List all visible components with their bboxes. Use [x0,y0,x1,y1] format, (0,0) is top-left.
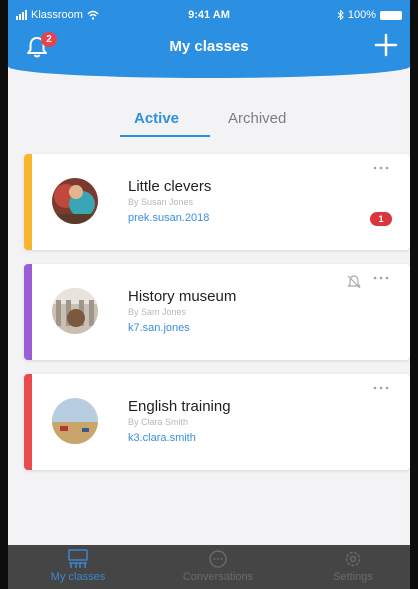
class-avatar [52,178,98,224]
card-color-stripe [24,374,32,470]
class-author: By Clara Smith [128,417,189,427]
app-screen: Klassroom 9:41 AM 100% 2 My classes Acti… [0,0,418,589]
class-author: By Sam Jones [128,307,187,317]
class-code: k3.clara.smith [128,432,196,444]
tabbar-settings[interactable]: Settings [293,549,410,583]
more-options-icon[interactable] [372,164,390,172]
app-header: Klassroom 9:41 AM 100% 2 My classes [8,0,410,78]
left-border [0,0,8,589]
class-card-english-training[interactable]: English training By Clara Smith k3.clara… [24,374,410,470]
class-card-little-clevers[interactable]: Little clevers By Susan Jones prek.susan… [24,154,410,250]
active-tab-indicator [120,135,210,137]
class-code: k7.san.jones [128,322,190,334]
class-card-history-museum[interactable]: History museum By Sam Jones k7.san.jones [24,264,410,360]
tabbar-label: My classes [50,571,106,583]
classes-icon [68,549,88,568]
class-avatar [52,398,98,444]
battery-icon [380,10,402,20]
class-code: prek.susan.2018 [128,212,210,224]
phone-viewport: Klassroom 9:41 AM 100% 2 My classes Acti… [8,0,410,589]
card-color-stripe [24,264,32,360]
class-list: Little clevers By Susan Jones prek.susan… [24,154,410,484]
status-right: 100% [337,9,402,21]
tabbar-conversations[interactable]: Conversations [158,549,278,583]
battery-percent: 100% [347,9,376,21]
class-title: English training [128,398,231,415]
more-options-icon[interactable] [372,384,390,392]
class-title: Little clevers [128,178,212,195]
class-tabs: Active Archived [8,102,410,138]
class-author: By Susan Jones [128,197,194,207]
class-title: History museum [128,288,237,305]
status-bar: Klassroom 9:41 AM 100% [16,9,402,25]
class-avatar [52,288,98,334]
more-options-icon[interactable] [372,274,390,282]
plus-icon [374,33,398,57]
muted-bell-icon [347,275,361,289]
gear-icon [345,551,361,567]
tabbar-label: Settings [333,571,373,583]
chat-icon [209,550,227,568]
tabbar-my-classes[interactable]: My classes [18,549,138,583]
add-class-button[interactable] [374,33,398,57]
bluetooth-icon [337,10,344,20]
tab-active[interactable]: Active [134,110,179,127]
tab-archived[interactable]: Archived [228,110,286,127]
card-color-stripe [24,154,32,250]
unread-badge: 1 [370,212,392,226]
page-title: My classes [169,38,249,55]
right-border [410,0,418,589]
tabbar-label: Conversations [182,571,254,583]
bottom-tab-bar: My classes Conversations Settings [8,545,410,589]
